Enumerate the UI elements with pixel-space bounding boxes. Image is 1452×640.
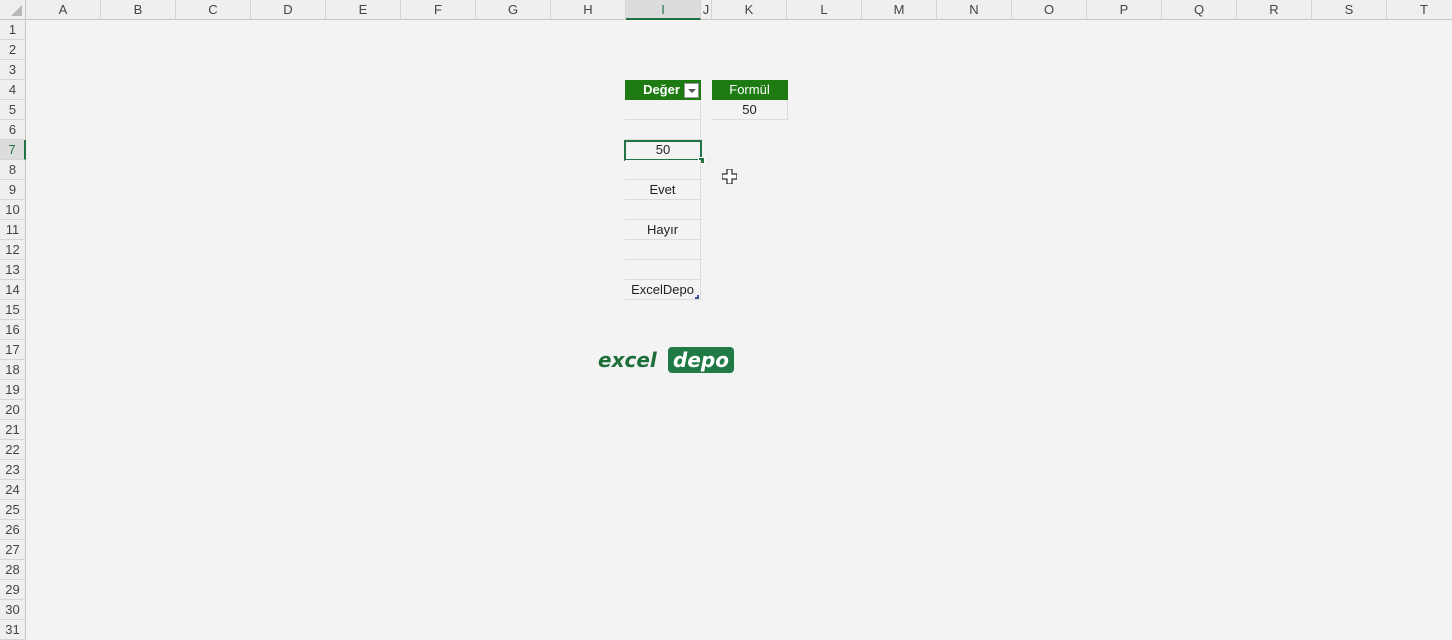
- row-header-6[interactable]: 6: [0, 120, 26, 140]
- column-header-o[interactable]: O: [1012, 0, 1087, 20]
- row-header-23[interactable]: 23: [0, 460, 26, 480]
- column-header-m[interactable]: M: [862, 0, 937, 20]
- row-header-31[interactable]: 31: [0, 620, 26, 640]
- row-header-20[interactable]: 20: [0, 400, 26, 420]
- filter-dropdown-icon[interactable]: [684, 83, 699, 98]
- deger-value-cell[interactable]: [625, 240, 701, 260]
- deger-value-cell[interactable]: [625, 160, 701, 180]
- column-header-d[interactable]: D: [251, 0, 326, 20]
- row-header-21[interactable]: 21: [0, 420, 26, 440]
- row-header-9[interactable]: 9: [0, 180, 26, 200]
- row-header-26[interactable]: 26: [0, 520, 26, 540]
- deger-value-cell[interactable]: ExcelDepo: [625, 280, 701, 300]
- deger-value-cell[interactable]: Hayır: [625, 220, 701, 240]
- row-header-15[interactable]: 15: [0, 300, 26, 320]
- column-header-g[interactable]: G: [476, 0, 551, 20]
- column-header-j[interactable]: J: [701, 0, 712, 20]
- row-header-13[interactable]: 13: [0, 260, 26, 280]
- row-header-18[interactable]: 18: [0, 360, 26, 380]
- row-header-27[interactable]: 27: [0, 540, 26, 560]
- spreadsheet[interactable]: ABCDEFGHIJKLMNOPQRST 1 2 3 4 5 6 7 8 9 10 11 12 13 14…: [0, 0, 1452, 640]
- column-header-q[interactable]: Q: [1162, 0, 1237, 20]
- row-header-3[interactable]: 3: [0, 60, 26, 80]
- select-all-corner[interactable]: [0, 0, 26, 20]
- column-header-l[interactable]: L: [787, 0, 862, 20]
- column-header-i[interactable]: I: [626, 0, 701, 20]
- row-header-5[interactable]: 5: [0, 100, 26, 120]
- column-header-c[interactable]: C: [176, 0, 251, 20]
- column-header-k[interactable]: K: [712, 0, 787, 20]
- formul-header-cell[interactable]: Formül: [712, 80, 788, 100]
- column-header-n[interactable]: N: [937, 0, 1012, 20]
- row-header-28[interactable]: 28: [0, 560, 26, 580]
- column-header-t[interactable]: T: [1387, 0, 1452, 20]
- active-cell[interactable]: 50: [624, 140, 702, 161]
- row-header-24[interactable]: 24: [0, 480, 26, 500]
- row-header-30[interactable]: 30: [0, 600, 26, 620]
- logo-excel-text: excel: [598, 348, 657, 372]
- row-header-25[interactable]: 25: [0, 500, 26, 520]
- deger-value-cell[interactable]: [625, 120, 701, 140]
- row-header-17[interactable]: 17: [0, 340, 26, 360]
- formul-value-cell[interactable]: 50: [712, 100, 788, 120]
- row-header-19[interactable]: 19: [0, 380, 26, 400]
- row-header-11[interactable]: 11: [0, 220, 26, 240]
- select-all-icon: [11, 5, 22, 16]
- table-resize-handle[interactable]: [695, 295, 699, 299]
- row-header-2[interactable]: 2: [0, 40, 26, 60]
- column-header-p[interactable]: P: [1087, 0, 1162, 20]
- row-header-10[interactable]: 10: [0, 200, 26, 220]
- deger-value-cell[interactable]: [625, 100, 701, 120]
- row-header-4[interactable]: 4: [0, 80, 26, 100]
- deger-value-cell[interactable]: [625, 200, 701, 220]
- deger-value-cell[interactable]: Evet: [625, 180, 701, 200]
- row-header-29[interactable]: 29: [0, 580, 26, 600]
- column-header-b[interactable]: B: [101, 0, 176, 20]
- row-header-22[interactable]: 22: [0, 440, 26, 460]
- column-header-h[interactable]: H: [551, 0, 626, 20]
- formul-value: 50: [742, 102, 757, 117]
- cell-select-cursor-icon: [722, 169, 737, 184]
- row-header-16[interactable]: 16: [0, 320, 26, 340]
- column-header-e[interactable]: E: [326, 0, 401, 20]
- column-header-f[interactable]: F: [401, 0, 476, 20]
- row-header-12[interactable]: 12: [0, 240, 26, 260]
- deger-value-cell[interactable]: [625, 260, 701, 280]
- column-header-r[interactable]: R: [1237, 0, 1312, 20]
- column-header-s[interactable]: S: [1312, 0, 1387, 20]
- column-header-a[interactable]: A: [26, 0, 101, 20]
- row-header-8[interactable]: 8: [0, 160, 26, 180]
- row-header-1[interactable]: 1: [0, 20, 26, 40]
- logo-depo-text: depo: [668, 347, 734, 373]
- row-header-14[interactable]: 14: [0, 280, 26, 300]
- deger-header-label: Değer: [643, 82, 680, 97]
- row-header-7[interactable]: 7: [0, 140, 26, 160]
- formul-header-label: Formül: [729, 82, 770, 97]
